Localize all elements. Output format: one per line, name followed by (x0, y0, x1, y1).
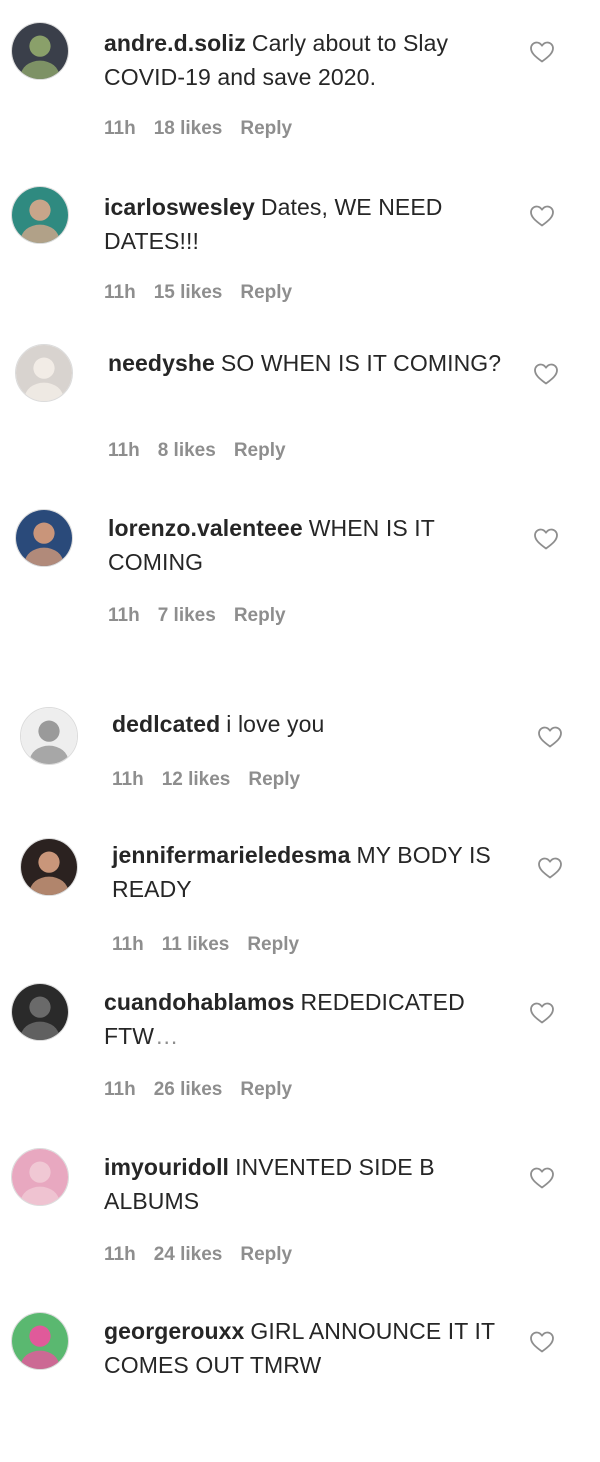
heart-outline-icon[interactable] (533, 362, 559, 386)
comment-item: jennifermarieledesma MY BODY IS READY 11h 1… (0, 838, 600, 988)
heart-outline-icon[interactable] (537, 725, 563, 749)
username-link[interactable]: jennifermarieledesma (112, 842, 351, 868)
avatar[interactable] (11, 1312, 69, 1370)
avatar[interactable] (15, 344, 73, 402)
username-link[interactable]: needyshe (108, 350, 215, 376)
heart-outline-icon[interactable] (529, 40, 555, 64)
comment-text: imyouridoll INVENTED SIDE B ALBUMS (104, 1150, 504, 1218)
comment-meta: 11h 26 likes Reply (104, 1079, 310, 1101)
comment-text: lorenzo.valenteee WHEN IS IT COMING (108, 511, 508, 579)
username-link[interactable]: cuandohablamos (104, 989, 295, 1015)
likes-count[interactable]: 26 likes (154, 1079, 223, 1100)
heart-outline-icon[interactable] (537, 856, 563, 880)
comment-meta: 11h 15 likes Reply (104, 282, 310, 304)
more-ellipsis[interactable]: ... (156, 1023, 178, 1049)
comment-meta: 11h 7 likes Reply (108, 605, 304, 627)
avatar[interactable] (15, 509, 73, 567)
comment-text: jennifermarieledesma MY BODY IS READY (112, 838, 512, 906)
reply-button[interactable]: Reply (234, 605, 286, 626)
comment-meta: 11h 18 likes Reply (104, 118, 310, 140)
username-link[interactable]: georgerouxx (104, 1318, 244, 1344)
reply-button[interactable]: Reply (240, 1079, 292, 1100)
comment-text: needyshe SO WHEN IS IT COMING? (108, 346, 508, 380)
comment-item: imyouridoll INVENTED SIDE B ALBUMS 11h 24 l… (0, 1148, 600, 1298)
heart-outline-icon[interactable] (529, 1001, 555, 1025)
reply-button[interactable]: Reply (247, 934, 299, 955)
comment-text: georgerouxx GIRL ANNOUNCE IT IT COMES OUT… (104, 1314, 504, 1382)
comment-item: georgerouxx GIRL ANNOUNCE IT IT COMES OUT… (0, 1312, 600, 1462)
comment-item: icarloswesley Dates, WE NEED DATES!!! 11h 1… (0, 186, 600, 336)
comment-body: SO WHEN IS IT COMING? (220, 350, 502, 376)
comment-item: andre.d.soliz Carly about to Slay COVID-1… (0, 22, 600, 172)
avatar[interactable] (11, 186, 69, 244)
username-link[interactable]: lorenzo.valenteee (108, 515, 303, 541)
username-link[interactable]: andre.d.soliz (104, 30, 246, 56)
reply-button[interactable]: Reply (240, 282, 292, 303)
heart-outline-icon[interactable] (529, 1166, 555, 1190)
likes-count[interactable]: 15 likes (154, 282, 223, 303)
comment-time[interactable]: 11h (104, 1244, 136, 1265)
heart-outline-icon[interactable] (533, 527, 559, 551)
comment-meta: 11h 12 likes Reply (112, 769, 318, 791)
reply-button[interactable]: Reply (248, 769, 300, 790)
avatar[interactable] (20, 707, 78, 765)
comment-time[interactable]: 11h (108, 440, 140, 461)
comment-list: andre.d.soliz Carly about to Slay COVID-1… (0, 0, 600, 1456)
avatar[interactable] (11, 1148, 69, 1206)
comment-item: dedlcated i love you 11h 12 likes Reply (0, 707, 600, 857)
reply-button[interactable]: Reply (240, 118, 292, 139)
avatar[interactable] (20, 838, 78, 896)
comment-time[interactable]: 11h (108, 605, 140, 626)
comment-meta: 11h 24 likes Reply (104, 1244, 310, 1266)
username-link[interactable]: imyouridoll (104, 1154, 229, 1180)
reply-button[interactable]: Reply (234, 440, 286, 461)
comment-item: needyshe SO WHEN IS IT COMING? 11h 8 likes R… (0, 344, 600, 494)
comment-text: dedlcated i love you (112, 707, 512, 741)
avatar[interactable] (11, 22, 69, 80)
reply-button[interactable]: Reply (240, 1244, 292, 1265)
comment-item: cuandohablamos REDEDICATED FTW... 11h 26 li… (0, 983, 600, 1133)
likes-count[interactable]: 24 likes (154, 1244, 223, 1265)
likes-count[interactable]: 11 likes (162, 934, 230, 955)
comment-text: cuandohablamos REDEDICATED FTW... (104, 985, 504, 1053)
likes-count[interactable]: 18 likes (154, 118, 223, 139)
likes-count[interactable]: 7 likes (158, 605, 216, 626)
username-link[interactable]: icarloswesley (104, 194, 255, 220)
comment-text: icarloswesley Dates, WE NEED DATES!!! (104, 190, 504, 258)
username-link[interactable]: dedlcated (112, 711, 220, 737)
likes-count[interactable]: 8 likes (158, 440, 216, 461)
comment-time[interactable]: 11h (104, 282, 136, 303)
comment-time[interactable]: 11h (112, 934, 144, 955)
comment-body: i love you (226, 711, 325, 737)
comment-time[interactable]: 11h (104, 1079, 136, 1100)
comment-time[interactable]: 11h (104, 118, 136, 139)
avatar[interactable] (11, 983, 69, 1041)
heart-outline-icon[interactable] (529, 204, 555, 228)
comment-time[interactable]: 11h (112, 769, 144, 790)
comment-text: andre.d.soliz Carly about to Slay COVID-1… (104, 26, 504, 94)
comment-item: lorenzo.valenteee WHEN IS IT COMING 11h 7 l… (0, 509, 600, 659)
heart-outline-icon[interactable] (529, 1330, 555, 1354)
likes-count[interactable]: 12 likes (162, 769, 231, 790)
comment-meta: 11h 8 likes Reply (108, 440, 304, 462)
comment-meta: 11h 11 likes Reply (112, 934, 317, 956)
